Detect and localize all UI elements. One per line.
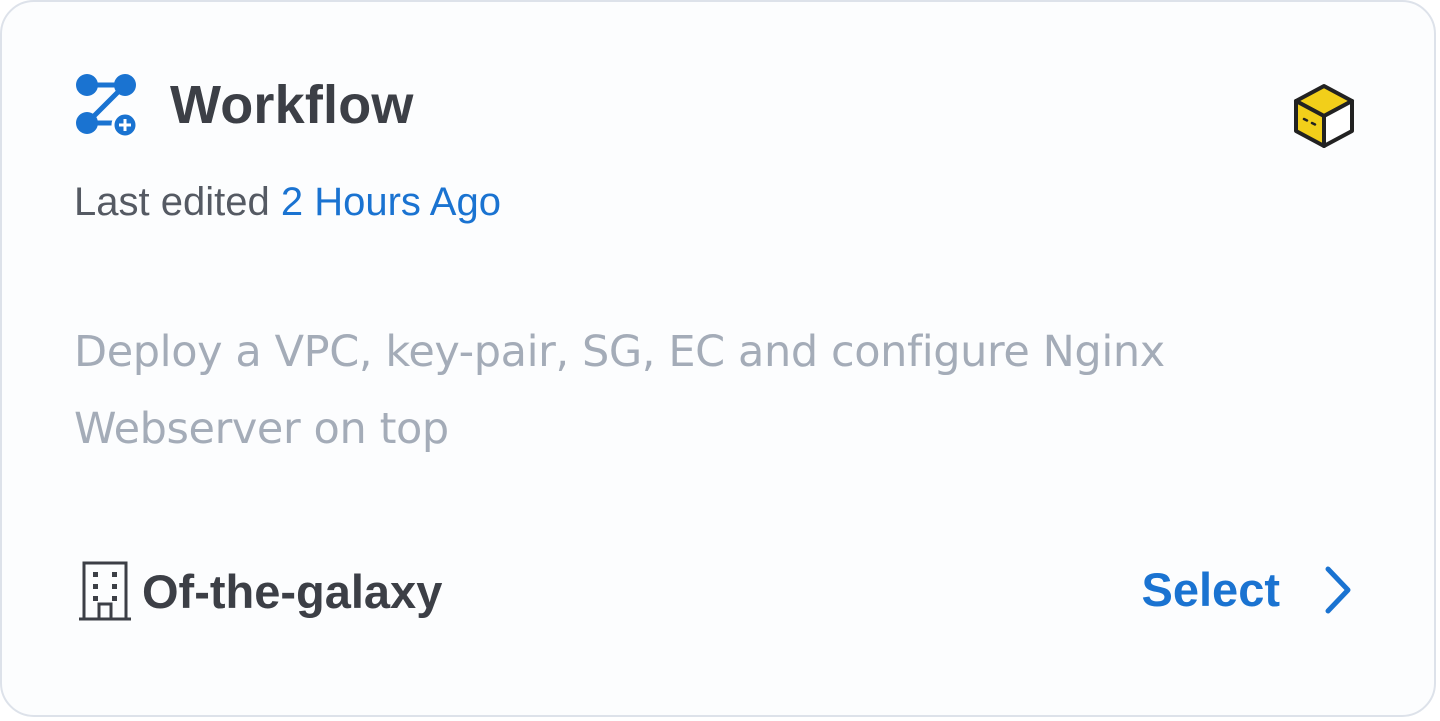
chevron-right-icon[interactable] [1320, 564, 1354, 616]
card-description: Deploy a VPC, key-pair, SG, EC and confi… [74, 327, 1165, 454]
card-header: Workflow [74, 72, 414, 138]
last-edited-label: Last edited [74, 180, 270, 224]
select-label[interactable]: Select [1142, 562, 1280, 617]
building-icon [79, 561, 131, 621]
workflow-icon [76, 74, 138, 138]
organization: Of-the-galaxy [78, 560, 442, 622]
last-edited: Last edited 2 Hours Ago [74, 180, 501, 225]
card-title: Workflow [170, 75, 414, 135]
cube-icon [1294, 84, 1354, 148]
select-button[interactable]: Select [1142, 562, 1354, 617]
organization-name: Of-the-galaxy [142, 564, 443, 618]
last-edited-time: 2 Hours Ago [280, 180, 501, 224]
workflow-card: Workflow Last edited 2 Hours Ago Deploy … [0, 0, 1436, 717]
